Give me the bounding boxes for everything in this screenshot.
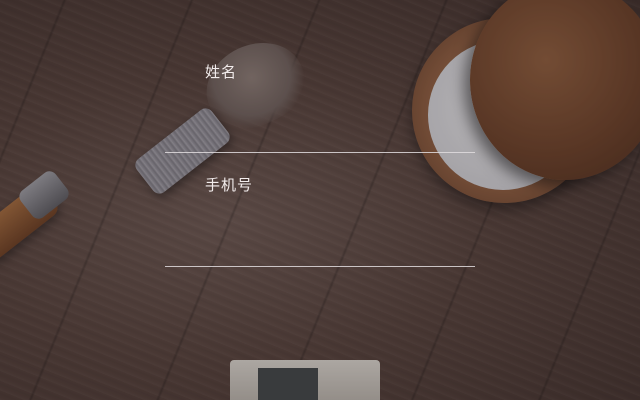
name-underline — [165, 152, 475, 153]
contact-form: 姓名 手机号 — [0, 0, 640, 400]
phone-label: 手机号 — [205, 176, 254, 194]
phone-input[interactable] — [165, 236, 475, 264]
form-screen: 姓名 手机号 — [0, 0, 640, 400]
name-label: 姓名 — [205, 63, 238, 81]
phone-underline — [165, 266, 475, 267]
name-input[interactable] — [165, 122, 475, 150]
